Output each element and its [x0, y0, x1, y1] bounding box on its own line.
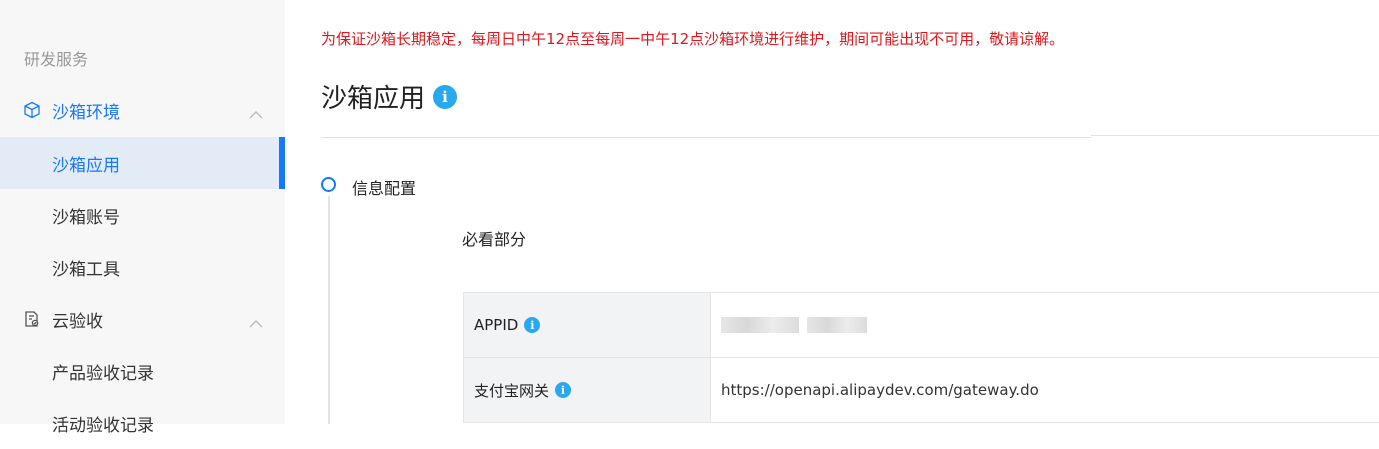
- table-label-cell: 支付宝网关 i: [464, 358, 711, 422]
- info-icon[interactable]: i: [433, 84, 458, 109]
- page-title-text: 沙箱应用: [321, 84, 426, 114]
- sidebar-item-label: 活动验收记录: [52, 415, 154, 436]
- maintenance-notice: 为保证沙箱长期稳定，每周日中午12点至每周一中午12点沙箱环境进行维护，期间可能…: [321, 30, 1065, 48]
- sidebar-item-sandbox-tools[interactable]: 沙箱工具: [0, 241, 285, 293]
- gateway-url: https://openapi.alipaydev.com/gateway.do: [721, 381, 1039, 399]
- sidebar-item-label: 产品验收记录: [52, 363, 154, 384]
- info-icon[interactable]: i: [524, 317, 541, 333]
- sidebar: 研发服务 沙箱环境 沙箱应用 沙箱账号 沙箱工具 云验收 产品验收记录 活动验收…: [0, 0, 285, 436]
- table-label-cell: APPID i: [464, 293, 711, 357]
- sidebar-item-sandbox-app[interactable]: 沙箱应用: [0, 137, 285, 189]
- table-value-cell: https://openapi.alipaydev.com/gateway.do: [711, 358, 1379, 422]
- appid-label: APPID: [474, 316, 519, 334]
- table-row: 支付宝网关 i https://openapi.alipaydev.com/ga…: [464, 358, 1379, 423]
- redacted-value: [721, 317, 799, 333]
- document-check-icon: [22, 309, 42, 329]
- sidebar-item-sandbox-account[interactable]: 沙箱账号: [0, 189, 285, 241]
- info-table: APPID i 支付宝网关 i https://openapi.alipayde…: [463, 292, 1379, 423]
- redacted-value: [807, 317, 867, 333]
- table-value-cell: [711, 293, 1379, 357]
- main-content: 为保证沙箱长期稳定，每周日中午12点至每周一中午12点沙箱环境进行维护，期间可能…: [285, 0, 1379, 424]
- info-icon[interactable]: i: [555, 382, 572, 398]
- step-indicator-dot: [321, 177, 336, 192]
- sidebar-item-label: 沙箱账号: [52, 207, 120, 228]
- sidebar-section-cloud-acceptance[interactable]: 云验收: [0, 293, 285, 345]
- sidebar-item-activity-acceptance[interactable]: 活动验收记录: [0, 397, 285, 449]
- sidebar-section-sandbox[interactable]: 沙箱环境: [0, 84, 285, 136]
- sidebar-section-label: 云验收: [52, 311, 103, 332]
- sidebar-item-label: 沙箱工具: [52, 259, 120, 280]
- sidebar-item-product-acceptance[interactable]: 产品验收记录: [0, 345, 285, 397]
- sidebar-section-label: 沙箱环境: [52, 102, 120, 123]
- cube-icon: [22, 100, 42, 120]
- step-connector-line: [327, 196, 330, 424]
- table-row: APPID i: [464, 293, 1379, 358]
- section-sub-label: 必看部分: [462, 230, 527, 249]
- divider: [1091, 135, 1379, 136]
- page-title: 沙箱应用 i: [321, 78, 458, 115]
- chevron-up-icon[interactable]: [249, 313, 263, 333]
- sidebar-item-label: 沙箱应用: [52, 155, 120, 176]
- sidebar-group-label: 研发服务: [24, 50, 89, 69]
- gateway-label: 支付宝网关: [474, 381, 550, 400]
- chevron-up-icon[interactable]: [249, 104, 263, 124]
- divider: [321, 137, 1091, 138]
- step-label: 信息配置: [352, 179, 417, 198]
